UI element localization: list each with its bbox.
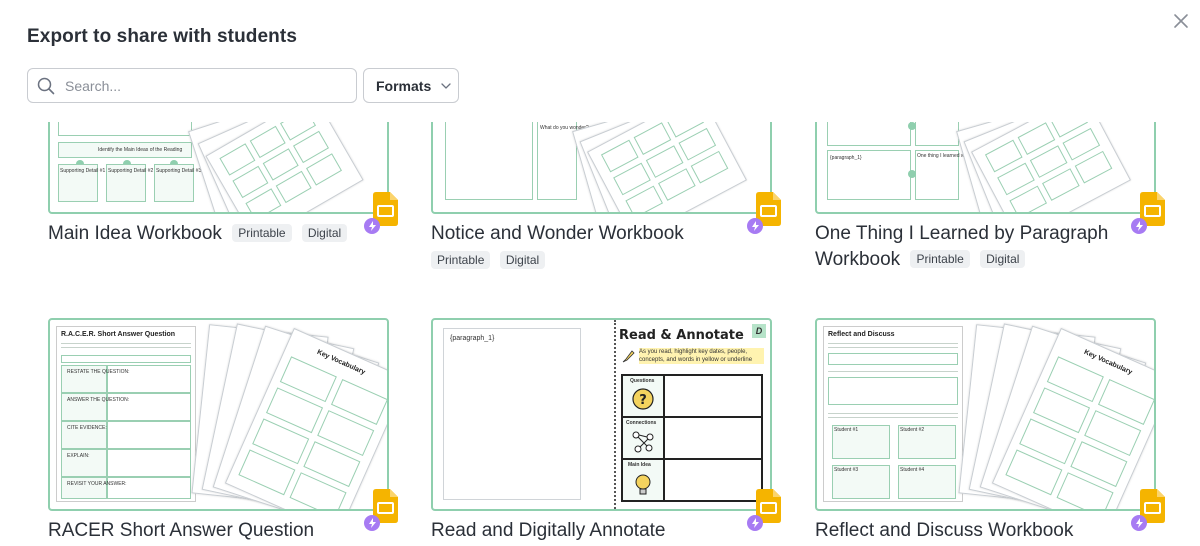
search-icon [37, 77, 55, 94]
card-title: RACER Short Answer Question [48, 520, 315, 541]
ai-bolt-icon [364, 515, 380, 531]
tag-digital: Digital [301, 224, 348, 242]
card-thumbnail: What do you wonder? [431, 122, 772, 214]
card-title: Notice and Wonder Workbook [431, 223, 684, 244]
question-icon: ? [632, 388, 654, 410]
tag-digital: Digital [499, 251, 546, 269]
highlighter-icon [622, 350, 635, 363]
ai-bolt-icon [1131, 218, 1147, 234]
search-input[interactable] [65, 77, 335, 94]
lightbulb-icon [635, 474, 651, 495]
card-thumbnail: R.A.C.E.R. Short Answer Question RESTATE… [48, 318, 389, 511]
svg-text:?: ? [639, 393, 647, 408]
template-card-read-annotate[interactable]: {paragraph_1} Read & Annotate D As you r… [431, 318, 791, 546]
card-title: Reflect and Discuss Workbook [815, 520, 1074, 541]
card-title-line1: One Thing I Learned by Paragraph [815, 223, 1109, 244]
formats-dropdown[interactable]: Formats [363, 68, 459, 103]
template-card-main-idea[interactable]: Identify the Main Ideas of the Reading S… [48, 122, 408, 292]
card-title-line2: Workbook [815, 249, 901, 270]
ai-bolt-icon [747, 515, 763, 531]
card-thumbnail: Reflect and Discuss Student #1 Student #… [815, 318, 1156, 511]
card-thumbnail: {paragraph_1} Read & Annotate D As you r… [431, 318, 772, 511]
template-card-notice-wonder[interactable]: What do you wonder? Notice and Wonder Wo… [431, 122, 791, 292]
template-card-reflect-discuss[interactable]: Reflect and Discuss Student #1 Student #… [815, 318, 1175, 546]
tag-printable: Printable [232, 224, 292, 242]
template-grid: Identify the Main Ideas of the Reading S… [0, 122, 1200, 546]
card-thumbnail: Identify the Main Ideas of the Reading S… [48, 122, 389, 214]
chevron-down-icon [441, 82, 451, 89]
card-title: Read and Digitally Annotate [431, 520, 666, 541]
card-thumbnail: {paragraph_1} One thing I learned was... [815, 122, 1156, 214]
card-tags: Printable Digital [426, 251, 546, 271]
ai-bolt-icon [1131, 515, 1147, 531]
template-card-one-thing-learned[interactable]: {paragraph_1} One thing I learned was... [815, 122, 1175, 292]
card-title: Main Idea Workbook [48, 223, 222, 244]
export-modal: Export to share with students Formats Id… [0, 0, 1200, 546]
tag-printable: Printable [431, 251, 491, 269]
modal-title: Export to share with students [27, 26, 297, 47]
ai-bolt-icon [747, 218, 763, 234]
close-icon[interactable] [1172, 12, 1190, 30]
card-title-row: Main Idea Workbook Printable Digital [48, 221, 348, 247]
ai-bolt-icon [364, 218, 380, 234]
tag-digital: Digital [980, 250, 1026, 268]
tag-printable: Printable [910, 250, 970, 268]
search-box[interactable] [27, 68, 357, 103]
card-title-line2-row: Workbook Printable Digital [815, 247, 1026, 273]
connections-icon [632, 431, 654, 453]
template-card-racer[interactable]: R.A.C.E.R. Short Answer Question RESTATE… [48, 318, 408, 546]
formats-label: Formats [376, 77, 432, 94]
